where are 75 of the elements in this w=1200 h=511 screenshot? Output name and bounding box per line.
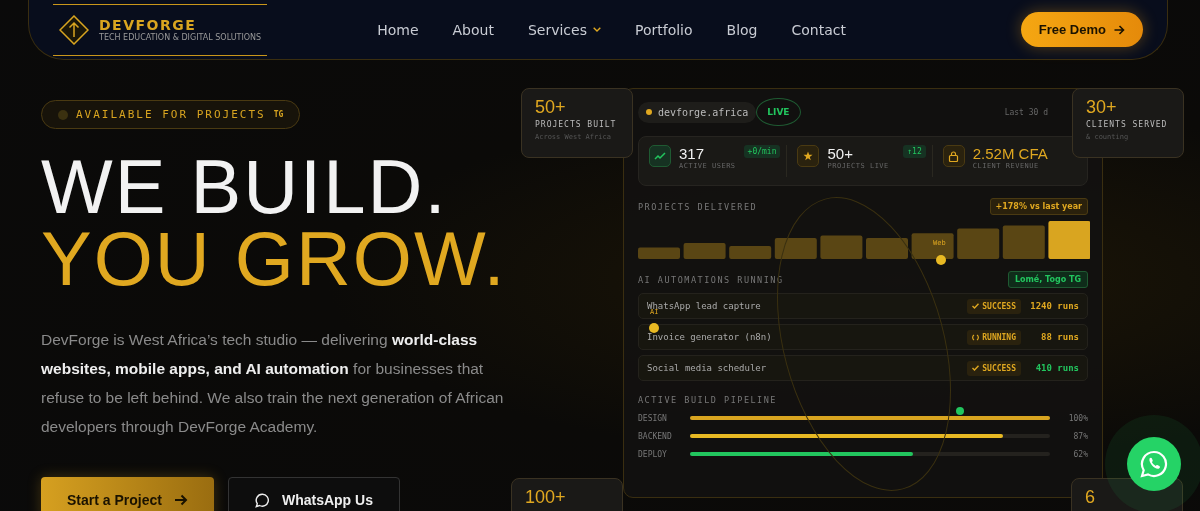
chart-bar [729, 246, 772, 259]
stage-name: DEPLOY [638, 449, 668, 459]
intro-paragraph: DevForge is West Africa’s tech studio — delivering world-class websites, mobile apps, and AI automation for businesses that refuse to be left behind. We also train the next generation of African developers through DevForge Academy. [41, 330, 505, 437]
automation-name: Social media scheduler [647, 363, 767, 373]
whatsapp-chat-button[interactable] [1127, 437, 1181, 491]
status-badge: SUCCESS [967, 298, 1021, 314]
run-count: 1240 runs [1029, 301, 1079, 311]
stat-label: CLIENTS SERVED [1086, 120, 1169, 129]
country-code: TG [273, 110, 284, 119]
stat-label: PROJECTS BUILT [535, 120, 618, 129]
stat-value: 50+ [535, 97, 567, 118]
chart-bar [1048, 221, 1090, 259]
stage-percent: 100% [1067, 413, 1088, 423]
stat-value: 2.52M CFA [972, 145, 1048, 162]
growth-badge: +178% vs last year [989, 198, 1088, 215]
nav-link[interactable]: Portfolio [634, 21, 693, 38]
nav-link[interactable]: Services [527, 21, 601, 38]
nav-link[interactable]: Blog [726, 21, 758, 38]
chat-phone-icon [1139, 449, 1169, 479]
stat-value: 6 [1085, 487, 1096, 508]
whatsapp-button[interactable]: WhatsApp Us [227, 477, 400, 511]
chart-bar [911, 233, 954, 259]
status-badge: RUNNING [967, 329, 1021, 345]
check-icon [972, 303, 980, 309]
automation-name: WhatsApp lead capture [647, 301, 761, 311]
run-count: 88 runs [1040, 332, 1079, 342]
badge-text: AVAILABLE FOR PROJECTS [76, 108, 266, 121]
chart-bar [820, 235, 863, 259]
delta-badge: +0/min [743, 145, 781, 158]
trend-icon [649, 145, 671, 167]
start-project-button[interactable]: Start a Project [41, 477, 214, 511]
stat-value: 50+ [827, 145, 854, 162]
chart-bar [683, 243, 726, 259]
brand-tagline: TECH EDUCATION & DIGITAL SOLUTIONS [99, 33, 262, 42]
orbit-dot-icon [649, 323, 659, 333]
brand-name: DEVFORGE [99, 17, 198, 33]
chart-bar [774, 238, 817, 259]
headline: YOU GROW. [41, 223, 508, 295]
section-title: ACTIVE BUILD PIPELINE [638, 395, 777, 405]
orbit-dot-icon [956, 407, 964, 415]
stage-name: DESIGN [638, 413, 668, 423]
headline: WE BUILD. [41, 151, 449, 223]
nav-link[interactable]: Contact [791, 21, 846, 38]
arrow-right-icon [173, 494, 188, 506]
section-title: PROJECTS DELIVERED [638, 201, 758, 212]
free-demo-button[interactable]: Free Demo [1020, 12, 1143, 47]
domain-pill: devforge.africa [638, 101, 757, 123]
run-count: 410 runs [1034, 363, 1079, 373]
chat-bubble-icon [254, 492, 270, 508]
location-badge: Lomé, Togo TG [1007, 271, 1088, 288]
chart-bar [1002, 225, 1045, 259]
period-label: Last 30 d [1004, 107, 1048, 117]
chart-bar [638, 247, 680, 259]
stat-value: 30+ [1086, 97, 1118, 118]
stage-percent: 87% [1072, 431, 1088, 441]
spinner-icon [972, 333, 980, 341]
status-badge: SUCCESS [967, 360, 1021, 376]
logo-icon [59, 14, 89, 45]
delta-badge: ↑12 [903, 145, 926, 158]
stage-name: BACKEND [638, 431, 673, 441]
automation-name: Invoice generator (n8n) [647, 332, 772, 342]
status-dot-icon [58, 109, 68, 120]
caret-icon [592, 27, 601, 32]
lock-icon [942, 145, 965, 167]
chart-bar [957, 228, 1000, 259]
arrow-right-icon [1114, 24, 1125, 35]
orbit-dot-icon [936, 255, 946, 265]
nav-link[interactable]: About [452, 21, 494, 38]
section-title: AI AUTOMATIONS RUNNING [638, 274, 784, 285]
stat-value: 317 [679, 145, 706, 162]
chart-bar [866, 238, 908, 259]
stat-value: 100+ [525, 487, 567, 508]
check-icon [972, 365, 980, 371]
stage-percent: 62% [1072, 449, 1088, 459]
nav-link[interactable]: Home [377, 21, 419, 38]
